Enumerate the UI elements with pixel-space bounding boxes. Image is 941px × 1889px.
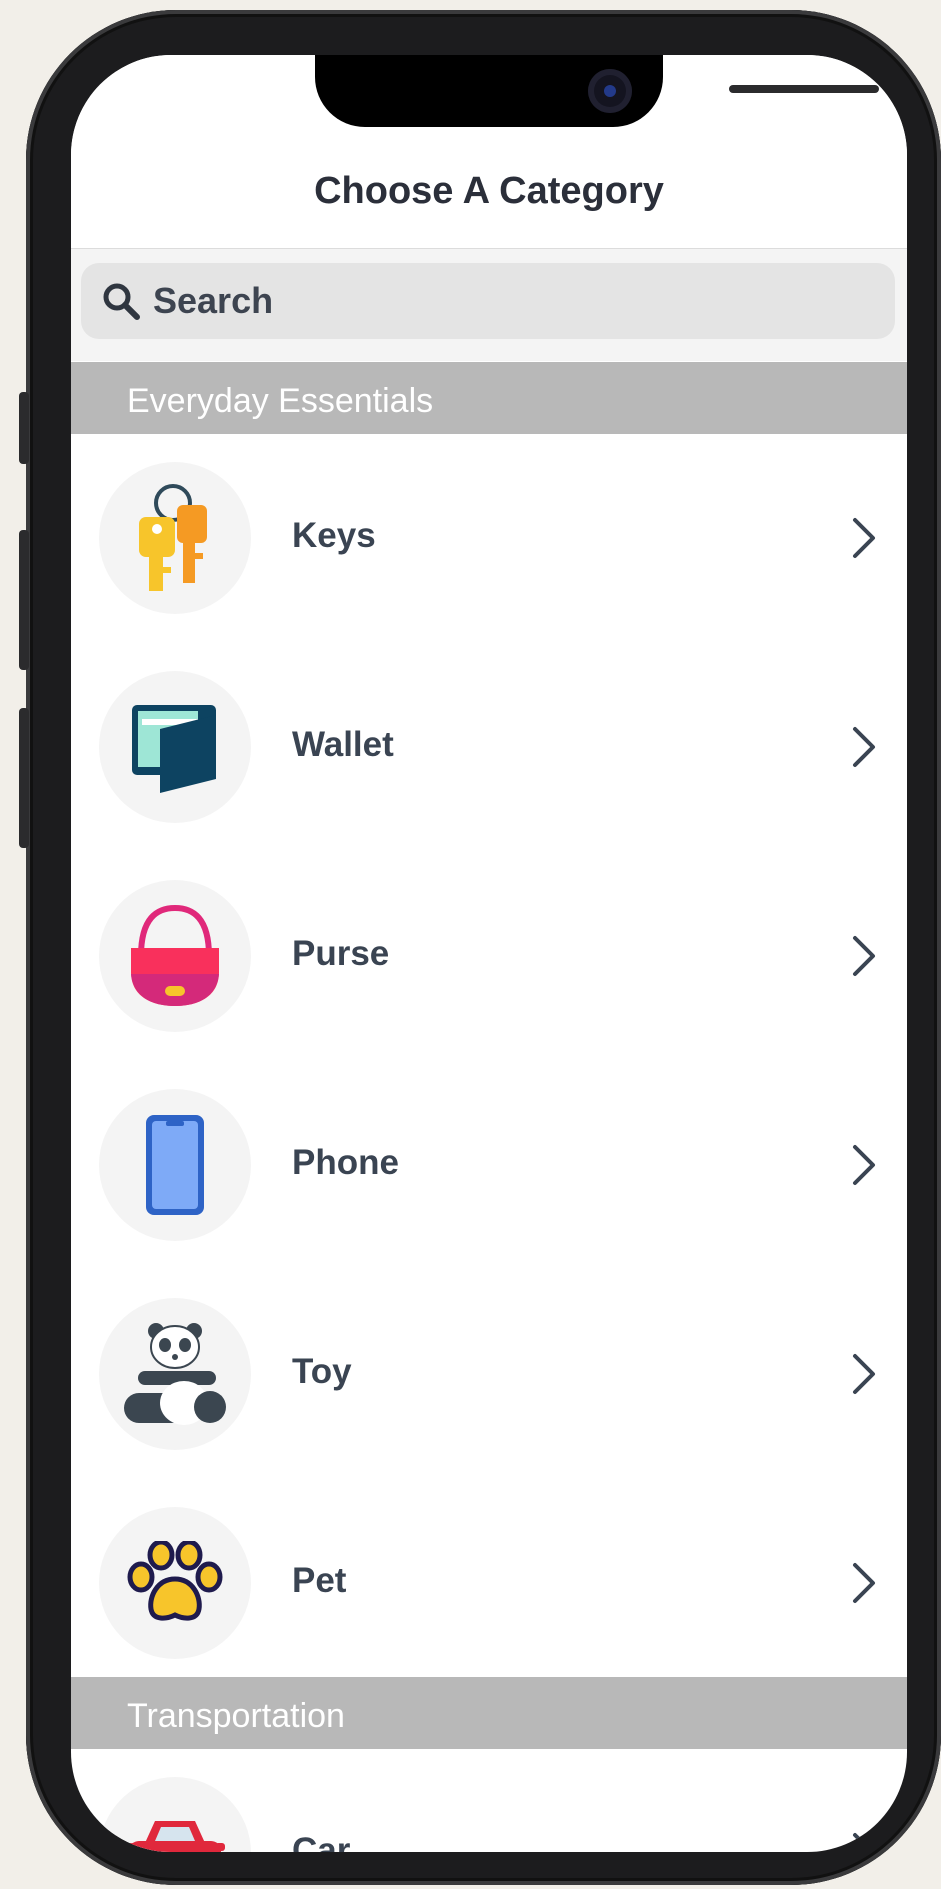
camera-icon bbox=[588, 69, 632, 113]
keys-icon bbox=[99, 462, 251, 614]
chevron-right-icon bbox=[853, 1145, 875, 1185]
category-row-phone[interactable]: Phone bbox=[71, 1061, 907, 1270]
search-bar-container bbox=[71, 249, 907, 361]
category-label: Purse bbox=[292, 934, 390, 973]
category-row-pet[interactable]: Pet bbox=[71, 1479, 907, 1688]
purse-icon bbox=[99, 880, 251, 1032]
category-label: Pet bbox=[292, 1561, 347, 1600]
chevron-right-icon bbox=[853, 727, 875, 767]
mute-switch bbox=[19, 392, 29, 464]
chevron-right-icon bbox=[853, 518, 875, 558]
section-header-everyday-essentials: Everyday Essentials bbox=[71, 362, 907, 434]
wallet-icon bbox=[99, 671, 251, 823]
search-field[interactable] bbox=[81, 263, 895, 339]
panda-toy-icon bbox=[99, 1298, 251, 1450]
phone-icon bbox=[99, 1089, 251, 1241]
volume-down-button bbox=[19, 708, 29, 848]
volume-up-button bbox=[19, 530, 29, 670]
chevron-right-icon bbox=[853, 1833, 875, 1852]
chevron-right-icon bbox=[853, 1563, 875, 1603]
section-title: Transportation bbox=[127, 1697, 345, 1735]
category-label: Keys bbox=[292, 516, 376, 555]
category-row-purse[interactable]: Purse bbox=[71, 852, 907, 1061]
chevron-right-icon bbox=[853, 936, 875, 976]
section-title: Everyday Essentials bbox=[127, 382, 434, 420]
search-icon bbox=[103, 283, 140, 320]
screen: Choose A Category Everyday Essentials bbox=[71, 55, 907, 1852]
category-label: Wallet bbox=[292, 725, 394, 764]
section-header-transportation: Transportation bbox=[71, 1677, 907, 1749]
chevron-right-icon bbox=[853, 1354, 875, 1394]
category-row-wallet[interactable]: Wallet bbox=[71, 643, 907, 852]
category-label: Phone bbox=[292, 1143, 399, 1182]
search-input[interactable] bbox=[151, 279, 855, 323]
page-title: Choose A Category bbox=[314, 170, 664, 212]
car-icon bbox=[99, 1777, 251, 1852]
category-row-keys[interactable]: Keys bbox=[71, 434, 907, 643]
paw-icon bbox=[99, 1507, 251, 1659]
speaker-grille bbox=[729, 85, 879, 93]
category-row-toy[interactable]: Toy bbox=[71, 1270, 907, 1479]
notch bbox=[315, 55, 879, 127]
category-label: Car bbox=[292, 1831, 351, 1852]
category-label: Toy bbox=[292, 1352, 352, 1391]
category-row-car[interactable]: Car bbox=[71, 1749, 907, 1852]
